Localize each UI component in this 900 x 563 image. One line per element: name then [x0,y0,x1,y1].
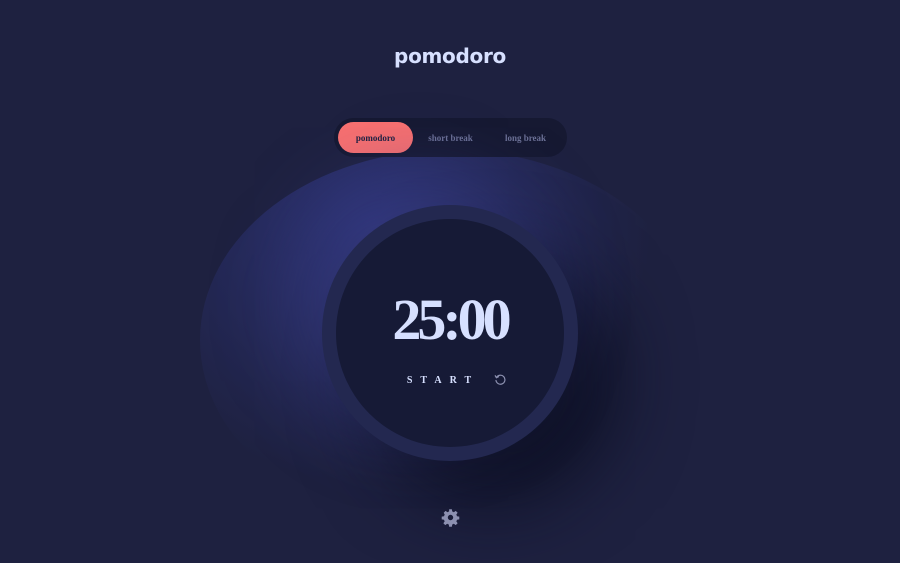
tab-pomodoro[interactable]: pomodoro [338,122,413,153]
tab-short-break[interactable]: short break [413,122,488,153]
timer-controls: START [336,370,564,390]
timer-face: 25:00 START [336,219,564,447]
tab-long-break[interactable]: long break [488,122,563,153]
reset-button[interactable] [493,373,507,387]
app-title: pomodoro [394,44,506,68]
mode-tabs: pomodoro short break long break [334,118,567,157]
timer-display: 25:00 [392,287,511,352]
start-button[interactable]: START [407,375,479,386]
timer-ring: 25:00 START [322,205,578,461]
gear-icon [441,508,459,527]
settings-button[interactable] [440,507,460,527]
reset-icon [494,374,506,385]
